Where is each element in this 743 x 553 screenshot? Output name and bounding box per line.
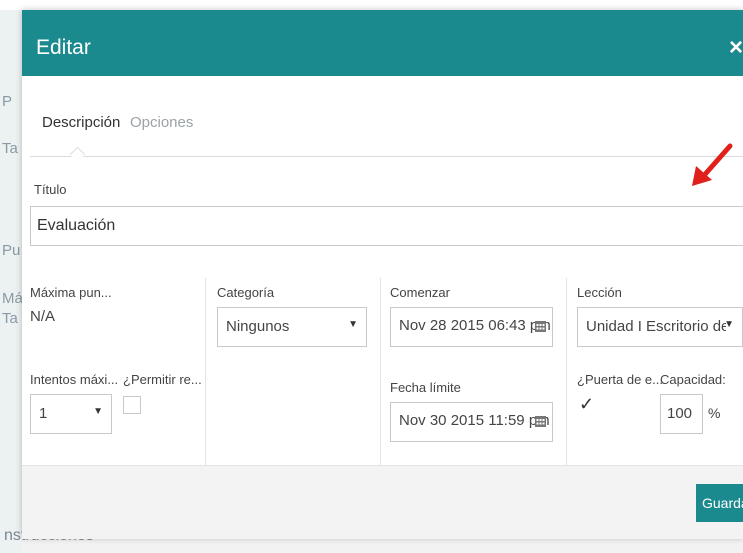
modal-footer: Guardar — [22, 465, 743, 539]
background-text: Pu — [2, 242, 21, 259]
chevron-down-icon: ▼ — [93, 406, 103, 417]
title-label: Título — [34, 182, 67, 197]
modal-title: Editar — [36, 36, 91, 59]
category-select[interactable]: Ningunos ▼ — [217, 307, 367, 347]
active-tab-caret — [69, 146, 86, 163]
lesson-value: Unidad I Escritorio de V — [586, 318, 726, 335]
column-divider — [566, 278, 567, 478]
category-value: Ningunos — [226, 318, 290, 335]
tab-opciones[interactable]: Opciones — [130, 114, 193, 131]
chevron-down-icon: ▼ — [724, 319, 734, 330]
title-input-value: Evaluación — [37, 217, 116, 234]
capacity-value: 100 — [667, 405, 693, 422]
due-date-input[interactable]: Nov 30 2015 11:59 pm — [390, 402, 553, 442]
due-label: Fecha límite — [390, 380, 461, 395]
close-icon[interactable]: × — [729, 34, 743, 62]
lesson-select[interactable]: Unidad I Escritorio de V ▼ — [577, 307, 743, 347]
start-label: Comenzar — [390, 285, 450, 300]
edit-modal: Editar × Descripción Opciones Título Eva… — [22, 10, 743, 539]
capacity-label: Capacidad: — [660, 372, 726, 387]
tab-descripcion[interactable]: Descripción — [42, 114, 120, 131]
calendar-icon — [535, 416, 546, 427]
start-date-value: Nov 28 2015 06:43 pm — [399, 317, 551, 334]
tab-bar: Descripción Opciones — [22, 76, 743, 163]
save-button-label: Guardar — [702, 495, 743, 511]
save-button[interactable]: Guardar — [696, 484, 743, 522]
tab-underline — [30, 156, 743, 157]
max-attempts-label: Intentos máxi... — [30, 372, 119, 387]
chevron-down-icon: ▼ — [348, 319, 358, 330]
due-date-value: Nov 30 2015 11:59 pm — [399, 412, 550, 429]
background-side-strip: P Ta Pu Má Ta — [0, 10, 23, 553]
max-score-label: Máxima pun... — [30, 285, 112, 300]
background-topbar — [0, 0, 743, 10]
gate-label: ¿Puerta de e... — [577, 372, 663, 387]
background-text: Ta — [2, 310, 18, 327]
background-text: Ta — [2, 140, 18, 157]
calendar-icon — [535, 321, 546, 332]
gate-checkbox-checked[interactable]: ✓ — [579, 394, 594, 415]
background-text: P — [2, 93, 13, 110]
modal-header: Editar × — [22, 10, 743, 76]
column-divider — [205, 278, 206, 478]
start-date-input[interactable]: Nov 28 2015 06:43 pm — [390, 307, 553, 347]
allow-checkbox[interactable] — [123, 396, 141, 414]
allow-label: ¿Permitir re... — [123, 372, 202, 387]
annotation-arrow-icon — [692, 143, 733, 186]
background-text: Má — [2, 290, 23, 307]
max-score-value: N/A — [30, 308, 56, 325]
category-label: Categoría — [217, 285, 275, 300]
max-attempts-select[interactable]: 1 ▼ — [30, 394, 112, 434]
title-input[interactable]: Evaluación — [30, 206, 743, 246]
max-attempts-value: 1 — [39, 405, 48, 422]
column-divider — [380, 278, 381, 478]
capacity-input[interactable]: 100 — [660, 394, 703, 434]
capacity-unit: % — [708, 405, 721, 421]
lesson-label: Lección — [577, 285, 622, 300]
